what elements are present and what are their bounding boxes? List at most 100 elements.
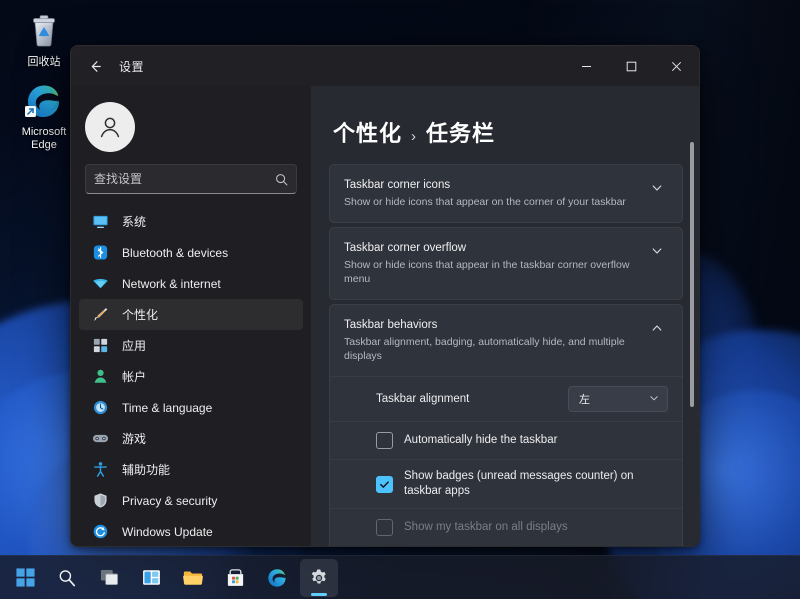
taskbar-apps [0, 559, 338, 597]
search-icon [57, 568, 77, 588]
chevron-down-icon [649, 393, 659, 405]
minimize-button[interactable] [564, 46, 609, 86]
all-displays-checkbox [376, 519, 393, 536]
content-scroll-region[interactable]: 个性化 › 任务栏 Taskbar corner icons Show or h… [329, 86, 699, 546]
start-button[interactable] [6, 559, 44, 597]
sidebar-item-network-internet[interactable]: Network & internet [79, 268, 303, 299]
update-icon [91, 523, 109, 541]
sidebar-item-label: 个性化 [122, 306, 158, 323]
card-text: Taskbar behaviors Taskbar alignment, bad… [344, 318, 646, 363]
settings-window[interactable]: 设置 [70, 45, 700, 547]
scrollbar-thumb[interactable] [690, 142, 694, 407]
sidebar-item-privacy-security[interactable]: Privacy & security [79, 485, 303, 516]
sidebar-item-time-language[interactable]: Time & language [79, 392, 303, 423]
card-taskbar-corner-icons[interactable]: Taskbar corner icons Show or hide icons … [329, 164, 683, 223]
sidebar-item-label: Privacy & security [122, 494, 217, 508]
card-subtitle: Taskbar alignment, badging, automaticall… [344, 335, 646, 363]
window-body: 系统 Bluetooth & devices [71, 86, 699, 546]
sidebar-item-accounts[interactable]: 帐户 [79, 361, 303, 392]
close-icon [671, 61, 682, 72]
sidebar-item-windows-update[interactable]: Windows Update [79, 516, 303, 546]
row-automatically-hide-taskbar[interactable]: Automatically hide the taskbar [330, 421, 682, 459]
sidebar-item-personalization[interactable]: 个性化 [79, 299, 303, 330]
card-subtitle: Show or hide icons that appear on the co… [344, 195, 646, 209]
microsoft-store-icon [225, 567, 246, 588]
search-box[interactable] [85, 164, 297, 194]
time-language-icon [91, 399, 109, 417]
show-badges-checkbox[interactable] [376, 476, 393, 493]
gaming-icon [91, 430, 109, 448]
sidebar-item-system[interactable]: 系统 [79, 206, 303, 237]
content-area: 个性化 › 任务栏 Taskbar corner icons Show or h… [311, 86, 699, 546]
personalization-brush-icon [91, 306, 109, 324]
search-section [79, 160, 303, 204]
apps-icon [91, 337, 109, 355]
arrow-left-icon [88, 59, 103, 74]
window-title: 设置 [119, 58, 144, 75]
sidebar-item-label: Time & language [122, 401, 212, 415]
card-taskbar-behaviors[interactable]: Taskbar behaviors Taskbar alignment, bad… [329, 304, 683, 546]
card-header[interactable]: Taskbar corner overflow Show or hide ico… [330, 228, 682, 299]
microsoft-edge-icon [266, 567, 288, 589]
close-button[interactable] [654, 46, 699, 86]
search-icon[interactable] [275, 173, 288, 186]
profile-section[interactable] [79, 86, 303, 160]
sidebar-item-accessibility[interactable]: 辅助功能 [79, 454, 303, 485]
sidebar-item-label: 系统 [122, 213, 146, 230]
window-controls[interactable] [564, 46, 699, 86]
sidebar-item-gaming[interactable]: 游戏 [79, 423, 303, 454]
chevron-down-icon[interactable] [646, 245, 668, 257]
sidebar-item-bluetooth-devices[interactable]: Bluetooth & devices [79, 237, 303, 268]
row-taskbar-alignment: Taskbar alignment 左 [330, 376, 682, 421]
gear-icon [308, 567, 330, 589]
sidebar-item-label: Windows Update [122, 525, 213, 539]
sidebar-item-label: 游戏 [122, 430, 146, 447]
accounts-icon [91, 368, 109, 386]
sidebar-item-apps[interactable]: 应用 [79, 330, 303, 361]
search-input[interactable] [94, 172, 275, 186]
breadcrumb-separator-icon: › [411, 128, 417, 145]
file-explorer-button[interactable] [174, 559, 212, 597]
file-explorer-icon [182, 567, 204, 589]
settings-button[interactable] [300, 559, 338, 597]
card-title: Taskbar behaviors [344, 318, 646, 333]
chevron-up-icon[interactable] [646, 322, 668, 334]
window-titlebar[interactable]: 设置 [71, 46, 699, 86]
chevron-down-icon[interactable] [646, 182, 668, 194]
microsoft-store-button[interactable] [216, 559, 254, 597]
row-show-badges[interactable]: Show badges (unread messages counter) on… [330, 459, 682, 508]
desktop[interactable]: 回收站 Microsoft Edge [0, 0, 800, 599]
bluetooth-icon [91, 244, 109, 262]
card-body: Taskbar alignment 左 [330, 376, 682, 546]
card-text: Taskbar corner icons Show or hide icons … [344, 178, 646, 209]
card-subtitle: Show or hide icons that appear in the ta… [344, 258, 646, 286]
breadcrumb: 个性化 › 任务栏 [333, 116, 683, 148]
task-view-button[interactable] [90, 559, 128, 597]
breadcrumb-parent[interactable]: 个性化 [333, 116, 402, 148]
widgets-button[interactable] [132, 559, 170, 597]
content-scrollbar[interactable] [688, 94, 696, 538]
widgets-icon [141, 567, 162, 588]
sidebar-item-label: Network & internet [122, 277, 221, 291]
recycle-bin-icon [8, 8, 80, 54]
accessibility-icon [91, 461, 109, 479]
back-button[interactable] [79, 50, 111, 82]
checkbox-label: Show my taskbar on all displays [404, 520, 568, 535]
row-label: Taskbar alignment [376, 392, 568, 407]
taskbar-alignment-dropdown[interactable]: 左 [568, 386, 668, 412]
maximize-button[interactable] [609, 46, 654, 86]
avatar[interactable] [85, 102, 135, 152]
card-header[interactable]: Taskbar behaviors Taskbar alignment, bad… [330, 305, 682, 376]
card-taskbar-corner-overflow[interactable]: Taskbar corner overflow Show or hide ico… [329, 227, 683, 300]
breadcrumb-current: 任务栏 [426, 116, 495, 148]
microsoft-edge-button[interactable] [258, 559, 296, 597]
auto-hide-checkbox[interactable] [376, 432, 393, 449]
card-header[interactable]: Taskbar corner icons Show or hide icons … [330, 165, 682, 222]
checkbox-label: Automatically hide the taskbar [404, 433, 557, 448]
network-icon [91, 275, 109, 293]
search-button[interactable] [48, 559, 86, 597]
maximize-icon [626, 61, 637, 72]
task-view-icon [99, 567, 120, 588]
taskbar[interactable] [0, 555, 800, 599]
minimize-icon [581, 61, 592, 72]
